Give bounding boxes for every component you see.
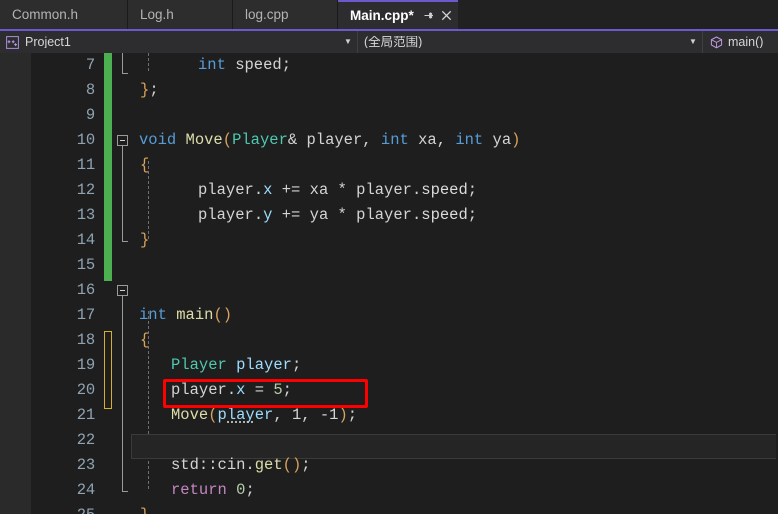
tab-actions bbox=[414, 10, 452, 21]
line-text: return 0; bbox=[171, 481, 255, 499]
code-line[interactable]: 24 return 0; bbox=[31, 478, 778, 503]
line-text: player.x += xa * player.speed; bbox=[198, 181, 478, 199]
code-line[interactable]: 14 } bbox=[31, 228, 778, 253]
scope-value: (全局范围) bbox=[364, 35, 423, 49]
line-number: 15 bbox=[76, 256, 95, 274]
visual-studio-editor-window: Common.h Log.h log.cpp Main.cpp* Project… bbox=[0, 0, 778, 514]
line-text: Player player; bbox=[171, 356, 302, 374]
line-text: int speed; bbox=[198, 56, 292, 74]
code-line[interactable]: 12 player.x += xa * player.speed; bbox=[31, 178, 778, 203]
line-text: }; bbox=[140, 81, 159, 99]
code-line[interactable]: 18 { bbox=[31, 328, 778, 353]
line-number: 22 bbox=[76, 431, 95, 449]
tab-label: log.cpp bbox=[245, 6, 289, 22]
code-line[interactable]: 22 bbox=[31, 428, 778, 453]
code-line[interactable]: 16 bbox=[31, 278, 778, 303]
cube-icon bbox=[710, 35, 723, 49]
line-number: 17 bbox=[76, 306, 95, 324]
line-number: 16 bbox=[76, 281, 95, 299]
line-number: 8 bbox=[85, 81, 95, 99]
code-line[interactable]: 10 void Move(Player& player, int xa, int… bbox=[31, 128, 778, 153]
tab-main-cpp[interactable]: Main.cpp* bbox=[338, 0, 458, 29]
chevron-down-icon[interactable]: ▼ bbox=[343, 38, 353, 46]
line-text: player.x = 5; bbox=[171, 381, 292, 399]
member-dropdown[interactable]: main() bbox=[703, 31, 778, 53]
line-number: 19 bbox=[76, 356, 95, 374]
line-text: player.y += ya * player.speed; bbox=[198, 206, 478, 224]
code-line[interactable]: 8 }; bbox=[31, 78, 778, 103]
member-name: main() bbox=[728, 35, 764, 49]
code-line[interactable]: 17 int main() bbox=[31, 303, 778, 328]
chevron-down-icon[interactable]: ▼ bbox=[688, 38, 698, 46]
line-text: { bbox=[140, 156, 150, 174]
tab-label: Common.h bbox=[12, 6, 79, 22]
tab-common-h[interactable]: Common.h bbox=[0, 0, 128, 29]
line-text: void Move(Player& player, int xa, int ya… bbox=[139, 131, 521, 149]
code-line[interactable]: 20 player.x = 5; bbox=[31, 378, 778, 403]
code-line[interactable]: 7 int speed; bbox=[31, 53, 778, 78]
project-dropdown[interactable]: Project1 ▼ bbox=[0, 31, 358, 53]
breakpoint-margin[interactable] bbox=[0, 53, 31, 514]
code-line[interactable]: 15 bbox=[31, 253, 778, 278]
tab-label: Log.h bbox=[140, 6, 174, 22]
tab-log-h[interactable]: Log.h bbox=[128, 0, 233, 29]
cpp-project-icon bbox=[6, 35, 19, 49]
code-line[interactable]: 19 Player player; bbox=[31, 353, 778, 378]
line-number: 24 bbox=[76, 481, 95, 499]
line-text: Move(player, 1, -1); bbox=[171, 406, 358, 424]
code-line[interactable]: 25 } bbox=[31, 503, 778, 514]
line-number: 14 bbox=[76, 231, 95, 249]
line-number: 18 bbox=[76, 331, 95, 349]
line-text: } bbox=[140, 231, 150, 249]
line-number: 20 bbox=[76, 381, 95, 399]
line-text: } bbox=[140, 503, 149, 514]
line-number: 25 bbox=[31, 503, 95, 514]
tab-label: Main.cpp* bbox=[350, 7, 414, 23]
line-number: 9 bbox=[85, 106, 95, 124]
code-surface[interactable]: 7 int speed; 8 }; 9 10 void Move(Player&… bbox=[31, 53, 778, 514]
line-number: 21 bbox=[76, 406, 95, 424]
editor-tab-strip: Common.h Log.h log.cpp Main.cpp* bbox=[0, 0, 778, 31]
close-icon[interactable] bbox=[441, 10, 452, 21]
pin-icon[interactable] bbox=[423, 10, 434, 21]
code-line[interactable]: 13 player.y += ya * player.speed; bbox=[31, 203, 778, 228]
code-line-current[interactable]: 21 Move(player, 1, -1); bbox=[31, 403, 778, 428]
code-editor[interactable]: 7 int speed; 8 }; 9 10 void Move(Player&… bbox=[0, 53, 778, 514]
line-number: 7 bbox=[85, 56, 95, 74]
tab-log-cpp[interactable]: log.cpp bbox=[233, 0, 338, 29]
code-line[interactable]: 23 std::cin.get(); bbox=[31, 453, 778, 478]
scope-dropdown[interactable]: (全局范围) ▼ bbox=[358, 31, 703, 53]
line-text: int main() bbox=[139, 306, 233, 324]
line-text: { bbox=[140, 331, 150, 349]
navigation-bar: Project1 ▼ (全局范围) ▼ main() bbox=[0, 31, 778, 53]
line-number: 11 bbox=[76, 156, 95, 174]
code-line[interactable]: 11 { bbox=[31, 153, 778, 178]
line-number: 13 bbox=[76, 206, 95, 224]
project-name: Project1 bbox=[25, 35, 71, 49]
line-number: 23 bbox=[76, 456, 95, 474]
line-text: std::cin.get(); bbox=[171, 456, 311, 474]
line-number: 12 bbox=[76, 181, 95, 199]
code-line[interactable]: 9 bbox=[31, 103, 778, 128]
line-number: 10 bbox=[76, 131, 95, 149]
